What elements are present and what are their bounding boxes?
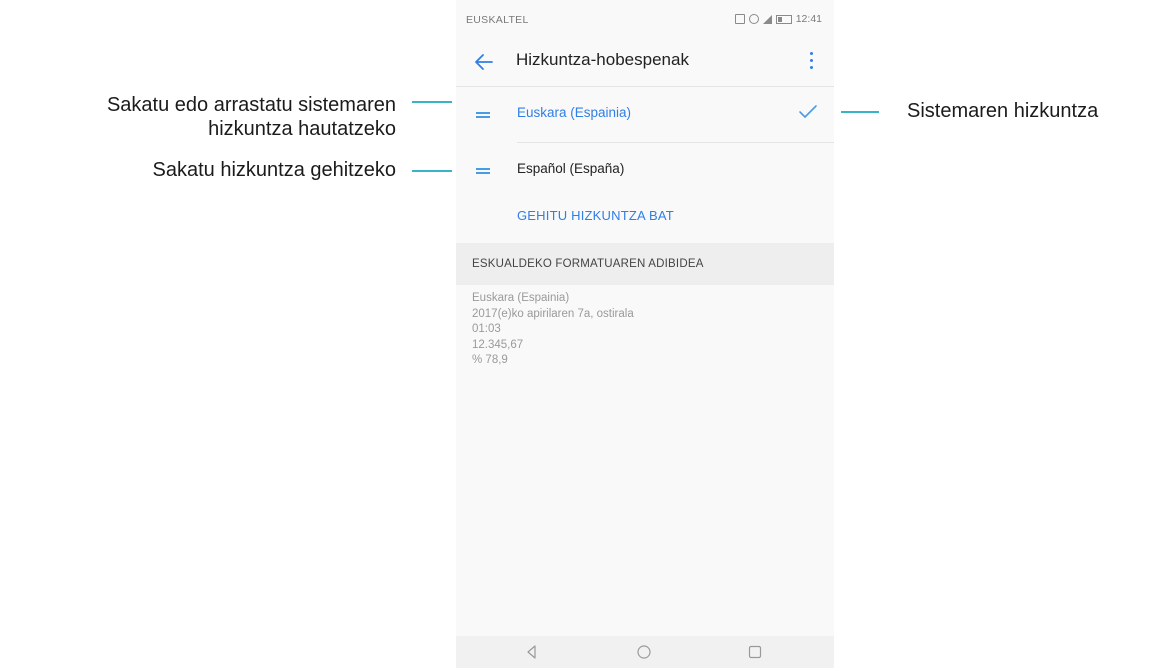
callout-system-language-line (841, 111, 879, 113)
battery-icon (775, 14, 792, 24)
language-label: Español (España) (517, 161, 625, 176)
callout-add-language-line (412, 170, 452, 172)
callout-drag-select-line2: hizkuntza hautatzeko (208, 118, 396, 140)
format-line-number: 12.345,67 (472, 338, 524, 351)
drag-handle-icon[interactable] (476, 168, 490, 174)
page-title: Hizkuntza-hobespenak (516, 50, 689, 69)
language-item-espanol[interactable]: Español (España) (456, 146, 834, 194)
vibrate-icon (748, 14, 759, 24)
format-section-title: ESKUALDEKO FORMATUAREN ADIBIDEA (472, 258, 704, 270)
square-recents-icon[interactable] (747, 644, 763, 660)
callout-drag-select-line (412, 101, 452, 103)
signal-icon (762, 14, 772, 24)
triangle-back-icon[interactable] (524, 644, 540, 660)
more-vertical-icon[interactable] (810, 52, 814, 72)
language-item-euskara[interactable]: Euskara (Espainia) (456, 90, 834, 138)
format-section-header: ESKUALDEKO FORMATUAREN ADIBIDEA (456, 243, 834, 285)
format-line-language: Euskara (Espainia) (472, 292, 570, 304)
callout-add-language: Sakatu hizkuntza gehitzeko (152, 159, 397, 181)
nfc-icon (734, 14, 745, 24)
language-label: Euskara (Espainia) (517, 105, 632, 120)
format-line-date: 2017(e)ko apirilaren 7a, ostirala (472, 307, 634, 320)
callout-drag-select: Sakatu edo arrastatu sistemaren hizkuntz… (107, 93, 396, 141)
appbar-divider (456, 86, 834, 87)
callout-drag-select-line1: Sakatu edo arrastatu sistemaren (106, 94, 396, 116)
drag-handle-icon[interactable] (476, 112, 490, 118)
add-language-button[interactable]: GEHITU HIZKUNTZA BAT (517, 208, 674, 223)
callout-system-language: Sistemaren hizkuntza (907, 100, 1099, 122)
clock-label: 12:41 (795, 13, 822, 25)
app-bar: Hizkuntza-hobespenak (456, 40, 834, 84)
status-bar: EUSKALTEL 12:41 (456, 0, 834, 40)
phone-screen: EUSKALTEL 12:41 Hizkuntza-hobespenak Eus… (456, 0, 834, 668)
language-divider (517, 142, 834, 143)
circle-home-icon[interactable] (636, 644, 652, 660)
status-icons: 12:41 (734, 13, 822, 25)
format-line-time: 01:03 (472, 323, 501, 335)
checkmark-icon (799, 105, 817, 118)
carrier-label: EUSKALTEL (466, 14, 529, 26)
format-line-percent: % 78,9 (472, 354, 508, 366)
format-example: Euskara (Espainia) 2017(e)ko apirilaren … (472, 291, 634, 369)
arrow-left-icon[interactable] (472, 50, 496, 74)
navigation-bar (456, 636, 834, 668)
